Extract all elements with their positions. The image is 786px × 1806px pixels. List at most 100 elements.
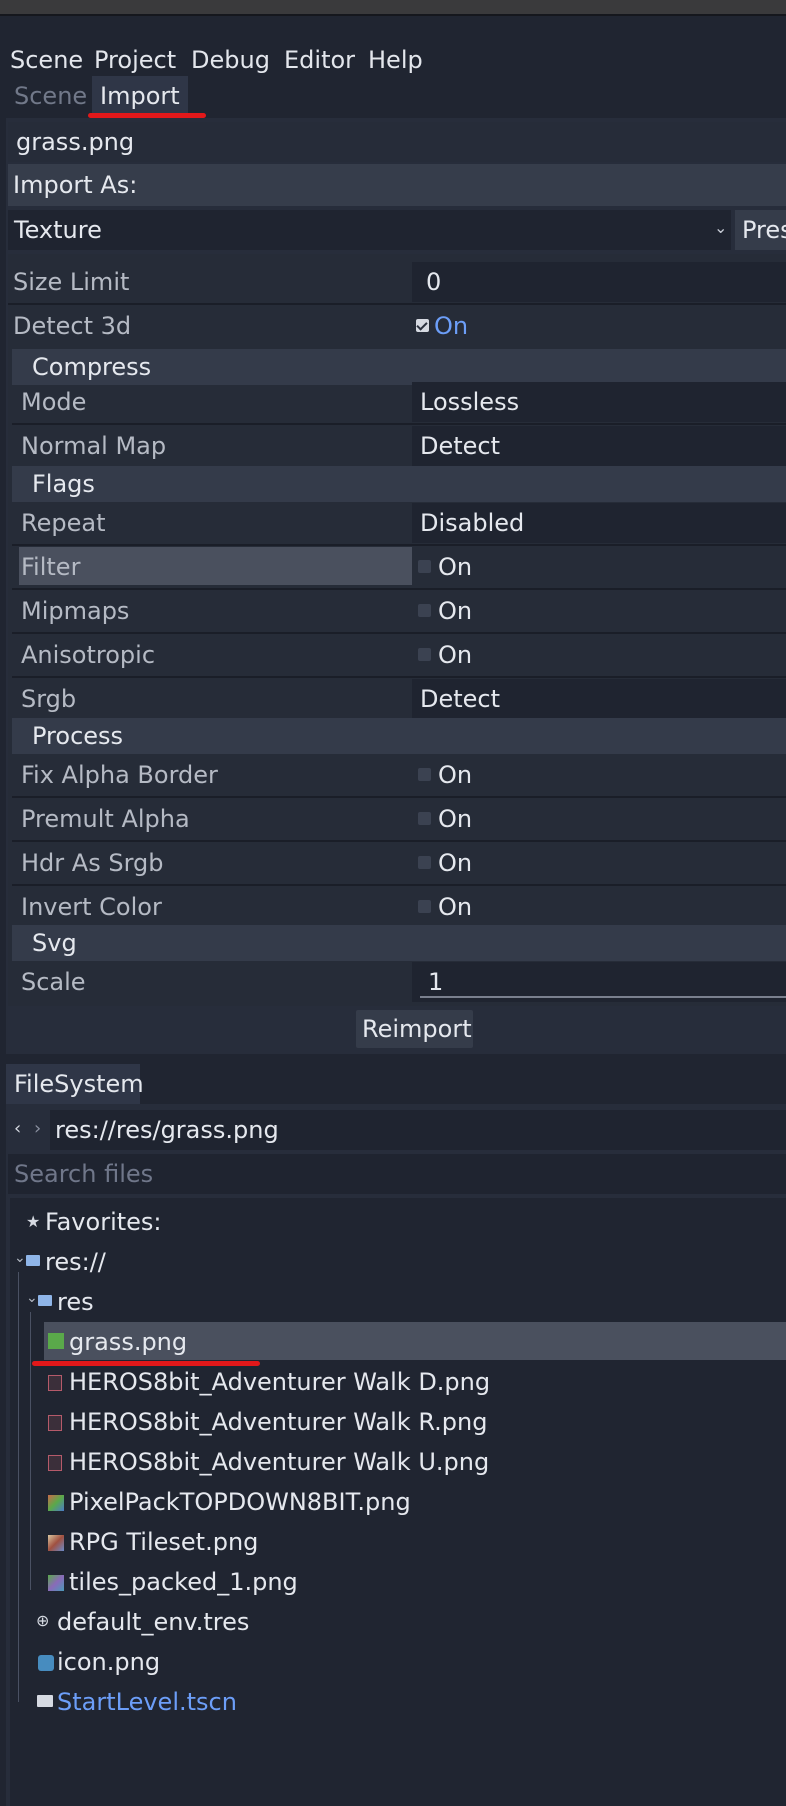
anisotropic-value: On <box>438 641 473 669</box>
file-rpg-tileset[interactable]: RPG Tileset.png <box>69 1528 258 1556</box>
detect-3d-checkbox[interactable]: On <box>412 306 786 346</box>
star-icon: ★ <box>26 1212 41 1231</box>
hdr-as-srgb-label: Hdr As Srgb <box>21 849 164 877</box>
repeat-value: Disabled <box>420 509 525 537</box>
menu-debug[interactable]: Debug <box>191 46 270 74</box>
filter-checkbox[interactable]: On <box>412 547 786 587</box>
tree-root-res[interactable]: res:// <box>45 1248 106 1276</box>
image-file-icon <box>48 1575 64 1591</box>
section-process-title: Process <box>32 722 124 750</box>
scale-slider-track[interactable] <box>420 996 786 998</box>
image-file-icon <box>48 1375 62 1391</box>
mipmaps-checkbox[interactable]: On <box>412 591 786 631</box>
import-file-name: grass.png <box>16 128 135 156</box>
search-placeholder: Search files <box>14 1160 154 1188</box>
file-heros-walk-u[interactable]: HEROS8bit_Adventurer Walk U.png <box>69 1448 489 1476</box>
scale-value: 1 <box>428 968 444 996</box>
file-heros-walk-d[interactable]: HEROS8bit_Adventurer Walk D.png <box>69 1368 490 1396</box>
tree-folder-res[interactable]: res <box>57 1288 94 1316</box>
annotation-underline <box>32 1361 260 1366</box>
detect-3d-label: Detect 3d <box>13 312 132 340</box>
size-limit-field[interactable]: 0 <box>412 262 786 302</box>
normal-map-select[interactable]: Detect <box>412 426 786 466</box>
tab-scene[interactable]: Scene <box>6 76 95 116</box>
invert-color-checkbox[interactable]: On <box>412 887 786 927</box>
srgb-value: Detect <box>420 685 501 713</box>
path-field[interactable]: res://res/grass.png <box>50 1110 786 1150</box>
file-grass-png[interactable]: grass.png <box>69 1328 187 1356</box>
path-value: res://res/grass.png <box>55 1116 279 1144</box>
repeat-select[interactable]: Disabled <box>412 503 786 543</box>
forward-arrow-icon[interactable]: › <box>34 1118 41 1139</box>
section-compress-title: Compress <box>32 353 152 381</box>
menu-project[interactable]: Project <box>94 46 176 74</box>
image-file-icon <box>48 1495 64 1511</box>
menu-editor[interactable]: Editor <box>284 46 355 74</box>
normal-map-label: Normal Map <box>21 432 167 460</box>
import-as-label: Import As: <box>13 171 138 199</box>
preset-button[interactable]: Pres <box>735 210 786 250</box>
clapperboard-icon <box>37 1695 53 1707</box>
section-flags-title: Flags <box>32 470 95 498</box>
checkbox-unchecked-icon <box>418 768 431 781</box>
tab-filesystem[interactable]: FileSystem <box>6 1064 144 1104</box>
checkbox-unchecked-icon <box>418 604 431 617</box>
import-as-select[interactable]: Texture ⌄ <box>8 210 731 250</box>
favorites-label[interactable]: Favorites: <box>45 1208 162 1236</box>
tab-import[interactable]: Import <box>92 76 188 116</box>
menu-help[interactable]: Help <box>368 46 423 74</box>
file-startlevel-tscn[interactable]: StartLevel.tscn <box>57 1688 237 1716</box>
reimport-button[interactable]: Reimport <box>356 1010 473 1048</box>
mipmaps-label: Mipmaps <box>21 597 130 625</box>
back-arrow-icon[interactable]: ‹ <box>14 1118 21 1139</box>
mode-select[interactable]: Lossless <box>412 382 786 422</box>
section-svg[interactable]: Svg <box>12 925 786 961</box>
file-heros-walk-r[interactable]: HEROS8bit_Adventurer Walk R.png <box>69 1408 487 1436</box>
chevron-down-icon[interactable]: ⌄ <box>14 1250 26 1266</box>
anisotropic-checkbox[interactable]: On <box>412 635 786 675</box>
chevron-down-icon[interactable]: ⌄ <box>26 1290 38 1306</box>
search-files-input[interactable]: Search files <box>8 1154 786 1194</box>
section-compress[interactable]: Compress <box>12 349 786 385</box>
window-titlebar <box>0 0 786 16</box>
repeat-label: Repeat <box>21 509 106 537</box>
menu-scene[interactable]: Scene <box>10 46 83 74</box>
size-limit-value: 0 <box>426 268 442 296</box>
godot-icon <box>38 1655 54 1671</box>
detect-3d-value: On <box>434 312 469 340</box>
dock-tabs: Scene Import <box>0 76 786 118</box>
section-flags[interactable]: Flags <box>12 466 786 502</box>
filter-label: Filter <box>21 553 81 581</box>
hdr-as-srgb-value: On <box>438 849 473 877</box>
file-pixelpack[interactable]: PixelPackTOPDOWN8BIT.png <box>69 1488 411 1516</box>
premult-alpha-checkbox[interactable]: On <box>412 799 786 839</box>
preset-label: Pres <box>742 216 786 244</box>
invert-color-value: On <box>438 893 473 921</box>
checkbox-unchecked-icon <box>418 648 431 661</box>
file-icon-png[interactable]: icon.png <box>57 1648 160 1676</box>
folder-icon <box>26 1255 40 1266</box>
menu-bar: Scene Project Debug Editor Help <box>0 16 786 76</box>
checkbox-unchecked-icon <box>418 856 431 869</box>
tree-guide <box>18 1272 19 1702</box>
filter-value: On <box>438 553 473 581</box>
file-tiles-packed[interactable]: tiles_packed_1.png <box>69 1568 298 1596</box>
file-default-env[interactable]: default_env.tres <box>57 1608 249 1636</box>
checkbox-checked-icon <box>416 319 429 332</box>
scale-label: Scale <box>21 968 86 996</box>
globe-icon: ⊕ <box>36 1611 50 1630</box>
invert-color-label: Invert Color <box>21 893 162 921</box>
hdr-as-srgb-checkbox[interactable]: On <box>412 843 786 883</box>
folder-icon <box>38 1295 52 1306</box>
import-as-value: Texture <box>14 216 102 244</box>
image-file-icon <box>48 1333 64 1349</box>
scale-field[interactable]: 1 <box>412 962 786 1002</box>
fix-alpha-checkbox[interactable]: On <box>412 755 786 795</box>
mode-value: Lossless <box>420 388 520 416</box>
image-file-icon <box>48 1415 62 1431</box>
import-file-row: grass.png <box>8 122 786 162</box>
premult-alpha-label: Premult Alpha <box>21 805 190 833</box>
import-as-row: Import As: <box>8 164 786 206</box>
section-process[interactable]: Process <box>12 718 786 754</box>
srgb-select[interactable]: Detect <box>412 679 786 719</box>
